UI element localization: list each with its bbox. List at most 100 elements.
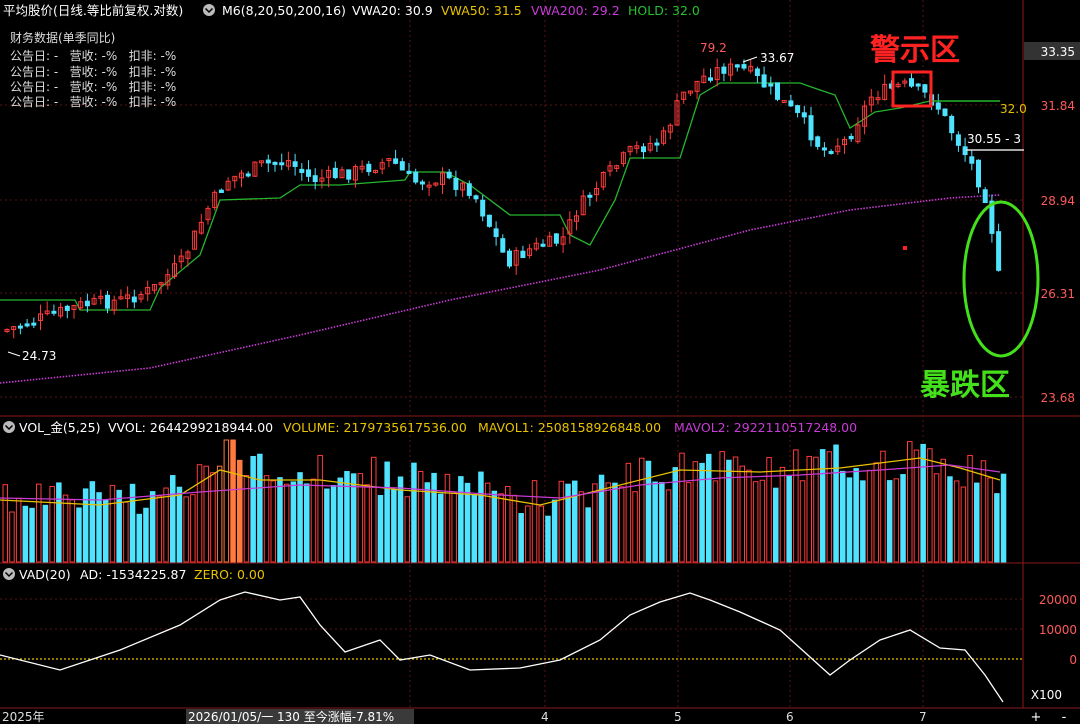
candle-body (795, 105, 801, 113)
candle-body (520, 250, 526, 258)
volume-bar (431, 472, 437, 563)
candle-body (507, 250, 512, 267)
candle-body (299, 168, 305, 173)
candle-body (312, 175, 318, 182)
candle-body (413, 171, 419, 183)
last-price-tag: 30.55 - 3 (967, 132, 1021, 146)
volume-bar (645, 460, 652, 563)
volume-bar (726, 459, 732, 563)
volume-bar (22, 505, 29, 563)
volume-bar (518, 513, 524, 563)
candle-body (828, 150, 834, 154)
volume-bar (471, 494, 477, 563)
candle-body (245, 173, 251, 177)
candle-body (480, 199, 486, 217)
vad-menu-icon[interactable] (3, 568, 15, 580)
volume-bar (974, 482, 980, 563)
zoom-in-button[interactable]: + (1031, 710, 1042, 724)
vad-axis-label: 10000 (1039, 623, 1077, 637)
volume-bar (377, 495, 384, 563)
mavol2-value: MAVOL2: 2922110517248.00 (674, 420, 857, 435)
low-price-label: 24.73 (22, 349, 56, 363)
candle-body (17, 325, 23, 329)
volume-bar (344, 471, 350, 563)
volume-bar (411, 462, 417, 563)
vwa20-value: VWA20: 30.9 (352, 3, 433, 18)
candle-body (741, 64, 747, 69)
volume-bar (994, 493, 1000, 563)
cursor-date-label: 2026/01/05/一 130 至今涨幅-7.81% (188, 709, 394, 724)
candle-body (24, 323, 30, 327)
indicator-name: M6(8,20,50,200,16) (222, 3, 346, 18)
finance-row: 公告日: - 营收: -% 扣非: -% (10, 49, 176, 63)
candle-body (801, 112, 807, 118)
price-axis-label: 26.31 (1041, 287, 1075, 301)
volume-bar (551, 499, 558, 563)
candle-body (105, 294, 110, 309)
candle-body (848, 135, 854, 140)
candle-body (51, 310, 57, 314)
candle-body (473, 195, 479, 200)
vad-zero-value: ZERO: 0.00 (194, 567, 265, 582)
volume-bar (96, 492, 102, 563)
volume-bar (786, 475, 792, 563)
candle-body (909, 78, 914, 87)
candle-body (587, 194, 593, 198)
volume-bar (598, 474, 605, 563)
vvol-value: VVOL: 2644299218944.00 (108, 420, 273, 435)
vad-unit-label: X100 (1031, 688, 1062, 702)
price-axis-label: 28.94 (1041, 194, 1075, 208)
candle-body (306, 169, 311, 177)
candle-body (486, 214, 492, 227)
candle-body (218, 189, 224, 193)
volume-bar (947, 476, 953, 563)
candle-body (31, 322, 37, 326)
volume-bar (652, 481, 658, 563)
candle-body (721, 66, 727, 74)
vad-ad-value: AD: -1534225.87 (80, 567, 186, 582)
high-price-label: 33.67 (760, 51, 794, 65)
candle-body (366, 163, 372, 173)
vwa200-value: VWA200: 29.2 (531, 3, 620, 18)
volume-bar (860, 480, 866, 563)
volume-bar (116, 489, 122, 563)
volume-bar (230, 439, 236, 563)
candle-body (775, 82, 780, 100)
candle-body (493, 228, 499, 237)
volume-bar (257, 453, 263, 563)
volume-bar (773, 487, 779, 563)
volume-bar (129, 483, 136, 563)
price-axis-label: 33.35 (1041, 45, 1075, 59)
candle-body (346, 169, 352, 180)
candle-body (393, 158, 399, 164)
volume-bar (29, 507, 35, 563)
hold-value-label: 32.0 (1000, 102, 1027, 116)
candle-body (821, 147, 827, 151)
volume-bar (886, 480, 893, 563)
hold-value: HOLD: 32.0 (628, 3, 700, 18)
finance-title: 财务数据(单季同比) (10, 30, 115, 45)
volume-menu-icon[interactable] (3, 421, 15, 433)
volume-bar (585, 507, 591, 563)
volume-bar (900, 474, 906, 563)
candle-body (996, 231, 1002, 271)
volume-bar (458, 476, 464, 563)
volume-bar (572, 480, 578, 563)
volume-bar (464, 482, 471, 563)
volume-bar (612, 482, 618, 563)
month-label: 4 (541, 710, 549, 724)
candle-body (935, 102, 941, 110)
volume-bar (391, 488, 397, 563)
candle-body (734, 64, 740, 68)
volume-bar (819, 449, 826, 563)
stock-chart[interactable]: 32.0 30.55 - 3 79.2 33.67 24.73 警示区 暴跌区 … (0, 0, 1080, 724)
volume-bar (438, 493, 444, 563)
volume-bar (478, 471, 484, 563)
volume-bar (659, 482, 665, 563)
candle-body (949, 115, 955, 134)
zoom-out-button[interactable]: - (1062, 710, 1067, 724)
candle-body (500, 238, 506, 253)
candle-body (453, 177, 459, 190)
indicator-menu-icon[interactable] (203, 4, 215, 16)
volume-bar (846, 477, 853, 563)
